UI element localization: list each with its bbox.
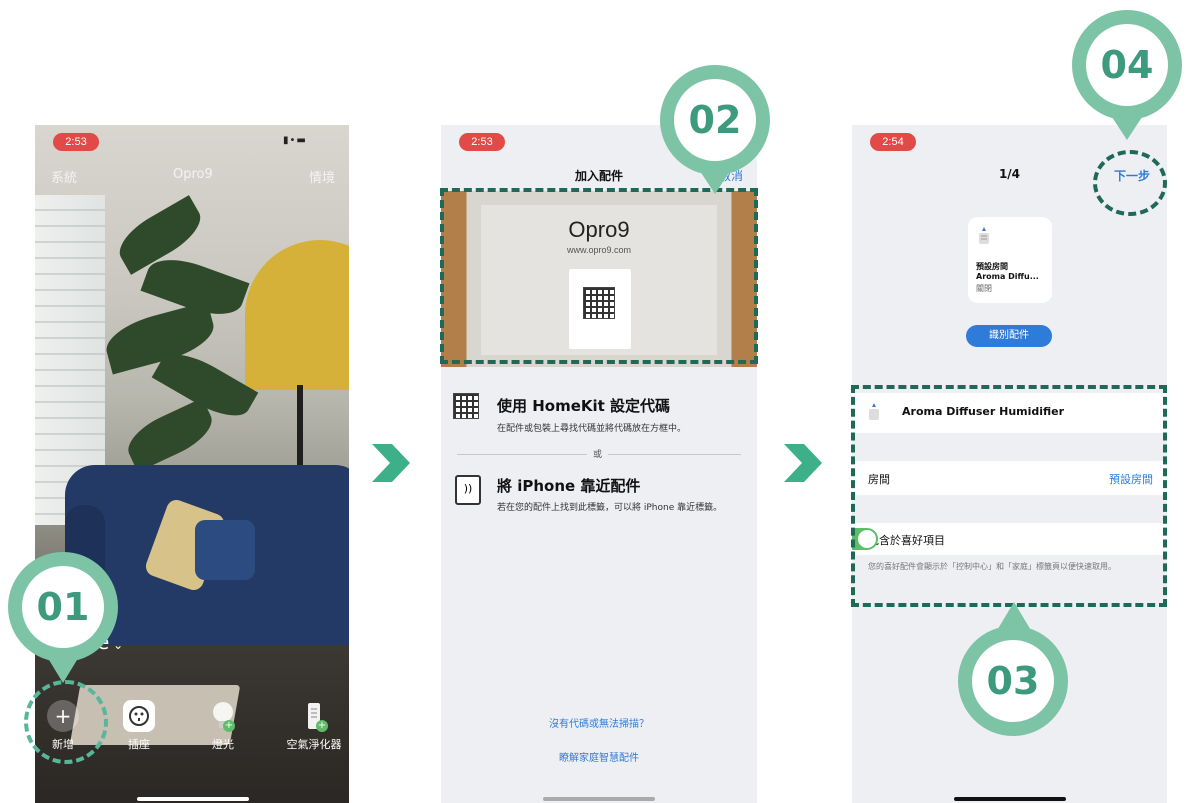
step-marker-03: 03 [958,626,1068,736]
step-marker-02: 02 [660,65,770,175]
card-name: Aroma Diffu... [976,272,1039,281]
lightbulb-icon: + [207,700,239,732]
home-indicator [543,797,655,801]
chevron-right-icon [784,444,822,482]
no-code-link[interactable]: 沒有代碼或無法掃描？ [441,715,757,730]
nfc-tag-icon: )) [455,475,481,505]
step-marker-04: 04 [1072,10,1182,120]
step-number: 04 [1086,24,1168,106]
status-time: 2:53 [459,133,505,151]
homekit-code-icon [453,393,479,419]
chevron-right-icon [372,444,410,482]
home-title: Opro9 [173,167,213,182]
highlight-next-button [1093,150,1167,216]
toolbar-label: 空氣淨化器 [286,738,342,751]
marker-pointer [1110,114,1144,140]
step-number: 03 [972,640,1054,722]
card-room: 預設房間 [976,262,1008,271]
identify-accessory-button[interactable]: 識別配件 [966,325,1052,347]
chevron-down-icon: ⌄ [109,638,124,652]
toolbar-outlet[interactable]: 插座 [111,700,167,752]
option-nfc-desc: 若在您的配件上找到此標籤，可以將 iPhone 靠近標籤。 [497,503,723,513]
home-indicator [954,797,1066,801]
accessory-card: 預設房間 Aroma Diffu... 關閉 [968,217,1052,303]
home-indicator [137,797,249,801]
cushion [195,520,255,580]
step-number: 01 [22,566,104,648]
option-nfc-title: 將 iPhone 靠近配件 [497,477,641,495]
toolbar-air-purifier[interactable]: + 空氣淨化器 [279,700,349,752]
outlet-icon [123,700,155,732]
step-marker-01: 01 [8,552,118,662]
highlight-settings-rows [851,385,1167,607]
lamp-shade [245,240,349,390]
marker-pointer [46,655,80,683]
marker-pointer [698,168,732,194]
step-number: 02 [674,79,756,161]
plant-leaf [120,397,220,473]
status-time: 2:53 [53,133,99,151]
option-scan-title: 使用 HomeKit 設定代碼 [497,397,671,415]
diffuser-icon [978,227,990,245]
option-scan-desc: 在配件或包裝上尋找代碼並將代碼放在方框中。 [497,424,687,434]
toolbar-label: 燈光 [212,738,234,751]
toolbar-label: 插座 [128,738,150,751]
nav-system-button[interactable]: 系統 [51,167,77,186]
status-time: 2:54 [870,133,916,151]
status-icons: ▮•▬ [283,135,307,146]
air-purifier-icon: + [298,700,330,732]
toolbar-light[interactable]: + 燈光 [195,700,251,752]
learn-more-link[interactable]: 瞭解家庭智慧配件 [441,749,757,764]
highlight-camera-frame [440,188,758,364]
or-label: 或 [587,447,609,460]
add-badge-icon: + [316,720,328,732]
highlight-add-button [24,680,108,764]
card-state: 關閉 [976,284,992,293]
add-badge-icon: + [223,720,235,732]
nav-scenes-button[interactable]: 情境 [309,167,335,186]
